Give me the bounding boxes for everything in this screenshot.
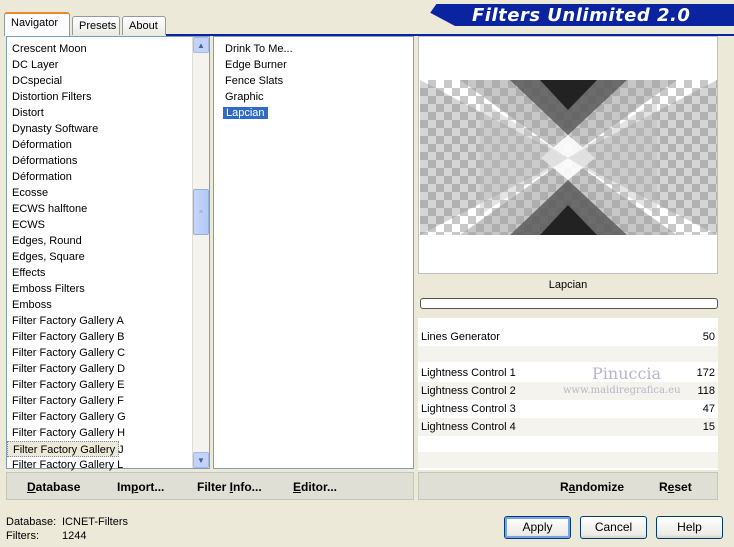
category-item[interactable]: DCspecial [7,73,209,89]
watermark-name: Pinuccia [592,364,662,383]
help-button[interactable]: Help [656,516,723,539]
category-item[interactable]: Distortion Filters [7,89,209,105]
category-item[interactable]: Filter Factory Gallery D [7,361,209,377]
tab-label: Presets [79,20,117,32]
category-items: Crescent Moon DC Layer DCspecial Distortion… [7,41,209,473]
status-filters: Filters: 1244 [6,530,86,542]
category-item[interactable]: Filter Factory Gallery H [7,425,209,441]
tab-label: Navigator [11,17,59,29]
import-button[interactable]: Import... [117,480,164,494]
filter-item[interactable]: Edge Burner [214,57,413,73]
cancel-button[interactable]: Cancel [580,516,647,539]
status-database: Database: ICNET-Filters [6,516,128,528]
category-item[interactable]: Effects [7,265,209,281]
category-item[interactable]: Edges, Square [7,249,209,265]
param-label: Lines Generator [421,331,500,343]
param-label: Lightness Control 3 [421,403,516,415]
category-item[interactable]: Déformation [7,169,209,185]
category-scrollbar[interactable]: ▲ ≡ ▼ [192,37,209,468]
param-lightness-1[interactable]: Lightness Control 1 172 [418,364,718,382]
category-item[interactable]: Dynasty Software [7,121,209,137]
category-item[interactable]: ECWS [7,217,209,233]
status-value: 1244 [62,530,87,542]
param-value: 47 [702,403,715,415]
category-list[interactable]: Crescent Moon DC Layer DCspecial Distortion… [6,36,210,471]
filter-item[interactable]: Drink To Me... [214,41,413,57]
param-lightness-3[interactable]: Lightness Control 3 47 [418,400,718,418]
selected-filter-name: Lapcian [418,274,718,296]
category-item[interactable]: DC Layer [7,57,209,73]
database-button[interactable]: Database [27,480,80,494]
status-label: Database: [6,516,57,528]
tab-presets[interactable]: Presets [72,16,120,35]
param-label: Lightness Control 4 [421,421,516,433]
status-value: ICNET-Filters [62,516,128,528]
param-value: 172 [696,367,715,379]
category-item[interactable]: Filter Factory Gallery B [7,329,209,345]
param-value: 15 [702,421,715,433]
category-item[interactable]: Déformation [7,137,209,153]
apply-button[interactable]: Apply [504,516,571,539]
category-item[interactable]: Emboss Filters [7,281,209,297]
category-item[interactable]: Distort [7,105,209,121]
tab-navigator[interactable]: Navigator [4,12,70,36]
left-toolbar: Database Import... Filter Info... Editor… [6,472,414,500]
editor-button[interactable]: Editor... [293,480,337,494]
category-item[interactable]: ECWS halftone [7,201,209,217]
filter-item[interactable]: Fence Slats [214,73,413,89]
filter-item-label: Lapcian [223,107,268,119]
scroll-down-icon[interactable]: ▼ [193,452,209,468]
param-lines-generator[interactable]: Lines Generator 50 [418,328,718,346]
category-item[interactable]: Filter Factory Gallery A [7,313,209,329]
category-item[interactable]: Edges, Round [7,233,209,249]
param-empty-row [418,346,718,362]
param-label: Lightness Control 1 [421,367,516,379]
filter-item[interactable]: Lapcian [214,105,413,121]
category-item[interactable]: Crescent Moon [7,41,209,57]
category-item[interactable]: Emboss [7,297,209,313]
category-item[interactable]: Ecosse [7,185,209,201]
param-lightness-4[interactable]: Lightness Control 4 15 [418,418,718,436]
app-title: Filters Unlimited 2.0 [472,5,691,26]
param-empty-row [418,436,718,452]
category-item[interactable]: Filter Factory Gallery G [7,409,209,425]
param-empty-row [418,452,718,468]
param-value: 118 [697,385,715,397]
filter-item[interactable]: Graphic [214,89,413,105]
tab-about[interactable]: About [122,16,166,35]
scroll-up-icon[interactable]: ▲ [193,37,209,53]
param-value: 50 [702,331,715,343]
tab-label: About [129,20,158,32]
filter-info-button[interactable]: Filter Info... [197,480,262,494]
reset-button[interactable]: Reset [659,480,692,494]
status-label: Filters: [6,530,39,542]
category-item[interactable]: Filter Factory Gallery C [7,345,209,361]
filter-items: Drink To Me... Edge Burner Fence Slats Grap… [214,41,413,121]
watermark-site: www.maidiregrafica.eu [563,385,681,396]
category-item[interactable]: Filter Factory Gallery F [7,393,209,409]
param-label: Lightness Control 2 [421,385,516,397]
category-item[interactable]: Filter Factory Gallery J [7,441,124,457]
randomize-button[interactable]: Randomize [560,480,624,494]
category-item[interactable]: Filter Factory Gallery E [7,377,209,393]
filter-list[interactable]: Drink To Me... Edge Burner Fence Slats Grap… [213,36,414,469]
category-item[interactable]: Filter Factory Gallery L [7,457,209,473]
scroll-thumb[interactable]: ≡ [193,189,209,235]
right-toolbar: Randomize Reset [418,472,718,500]
progress-bar [420,298,718,309]
preview-image [420,80,717,235]
category-item[interactable]: Déformations [7,153,209,169]
